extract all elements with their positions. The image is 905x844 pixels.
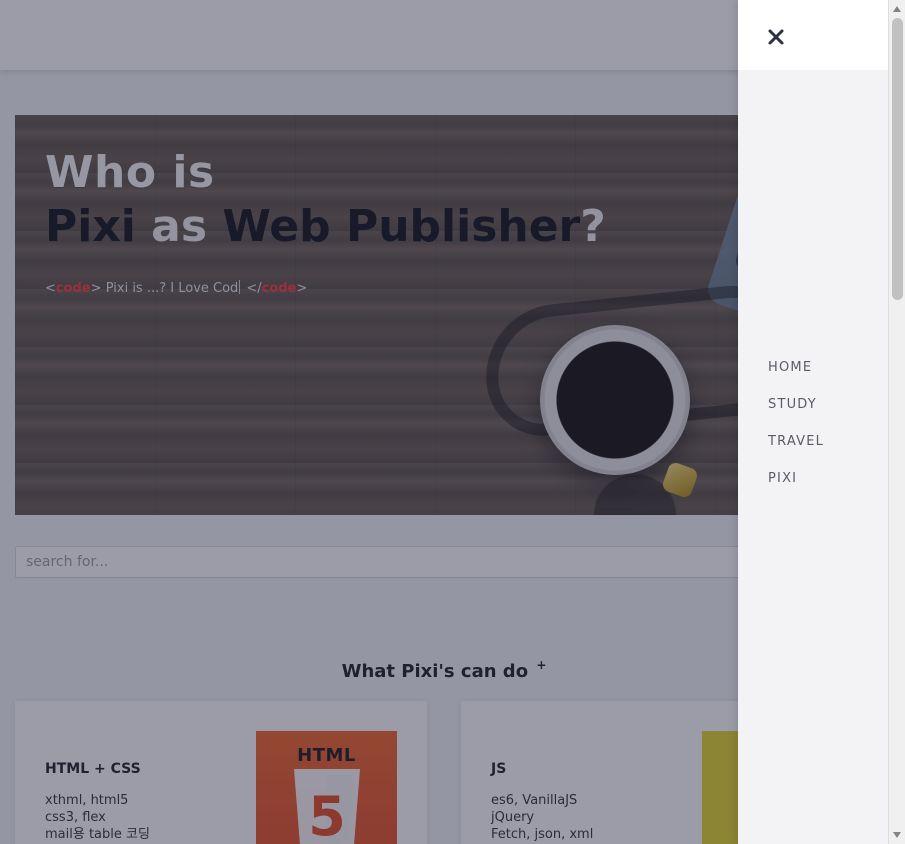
- viewport: Who is Pixi as Web Publisher? <code> Pix…: [0, 0, 905, 844]
- chevron-down-icon[interactable]: [893, 832, 901, 838]
- nav-item-pixi[interactable]: PIXI: [768, 471, 824, 487]
- drawer-nav: HOME STUDY TRAVEL PIXI: [768, 360, 824, 508]
- nav-item-study[interactable]: STUDY: [768, 397, 824, 413]
- vertical-scrollbar[interactable]: [888, 0, 905, 844]
- nav-item-travel[interactable]: TRAVEL: [768, 434, 824, 450]
- close-button[interactable]: [766, 27, 786, 47]
- page-overlay[interactable]: [0, 0, 738, 844]
- scrollbar-thumb[interactable]: [892, 18, 903, 300]
- drawer-header: [738, 0, 888, 70]
- nav-item-home[interactable]: HOME: [768, 360, 824, 376]
- side-drawer: HOME STUDY TRAVEL PIXI: [738, 0, 888, 844]
- chevron-up-icon[interactable]: [893, 6, 901, 12]
- close-icon: [768, 29, 784, 45]
